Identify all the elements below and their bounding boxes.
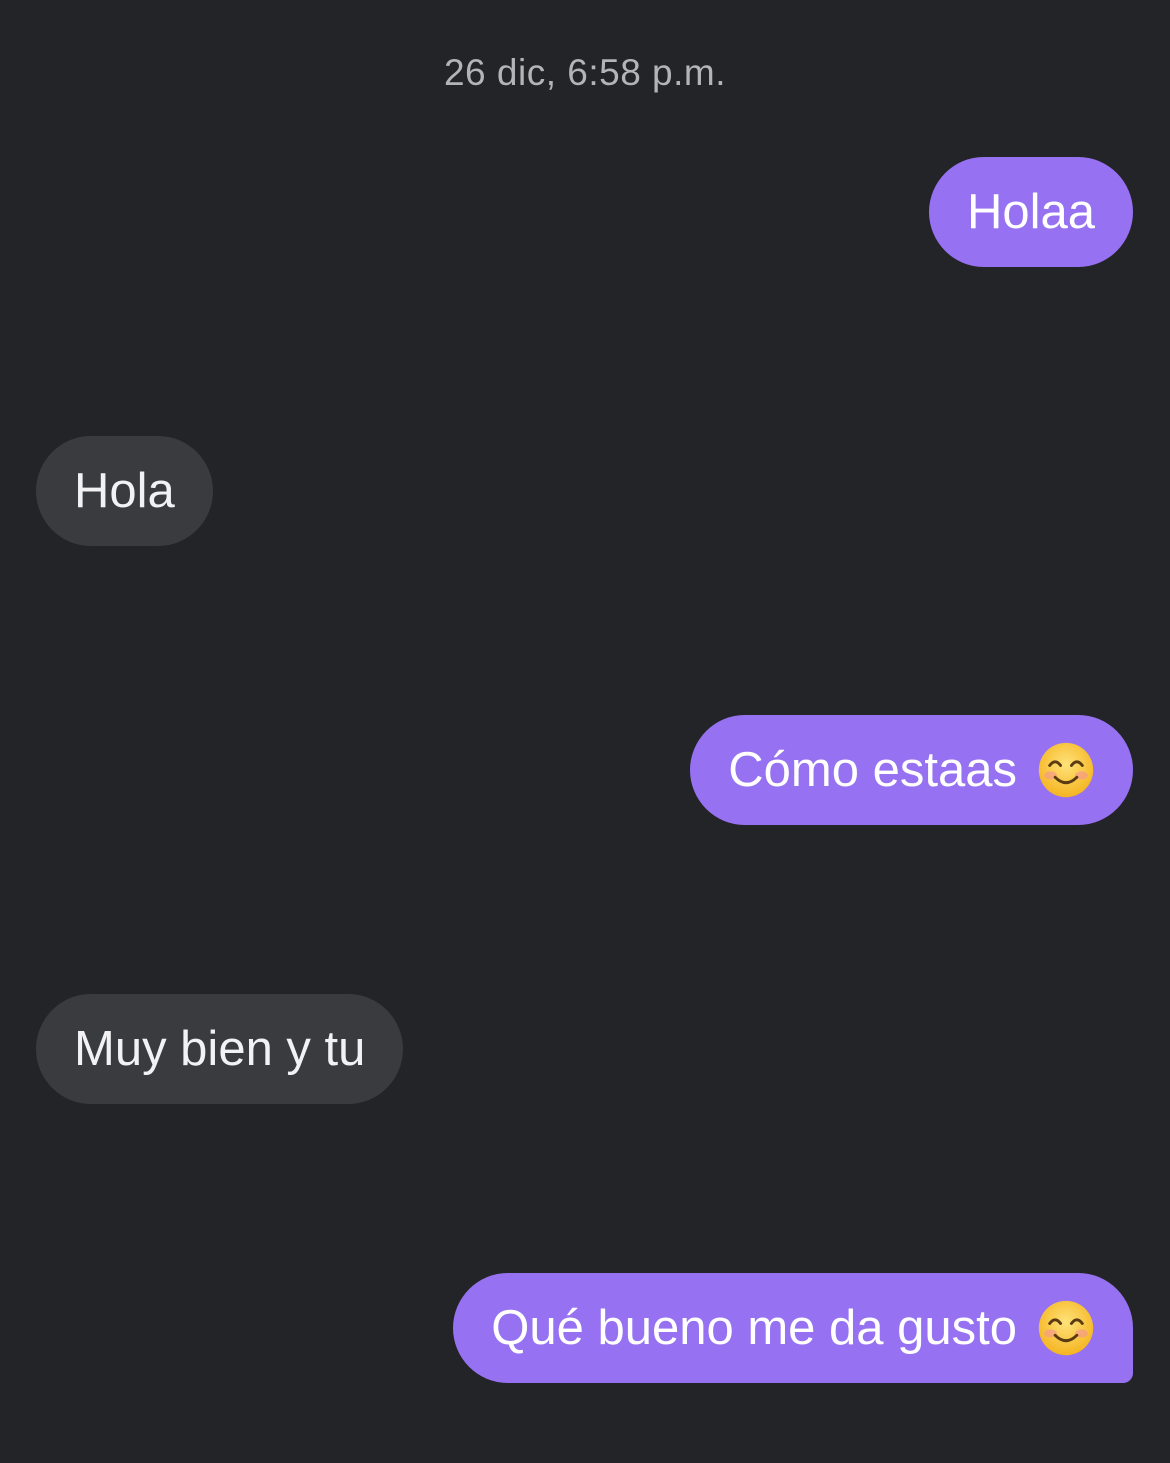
message-bubble-sent[interactable]: Cómo estaas [690,715,1133,825]
message-bubble-received[interactable]: Muy bien y tu [36,994,404,1104]
message-text: Qué bueno me da gusto [491,1301,1017,1355]
message-bubble-sent[interactable]: Holaa [928,157,1133,267]
message-text: Cómo estaas [728,743,1017,797]
message-bubble-received[interactable]: Hola [36,436,213,546]
smiling-face-icon [1038,1300,1094,1356]
message-text: Hola [74,464,175,518]
message-bubble-sent[interactable]: Qué bueno me da gusto [453,1273,1133,1383]
message-text: Muy bien y tu [74,1022,366,1076]
message-text: Holaa [966,185,1095,239]
timestamp: 26 dic, 6:58 p.m. [443,52,727,93]
smiling-face-icon [1038,742,1094,798]
